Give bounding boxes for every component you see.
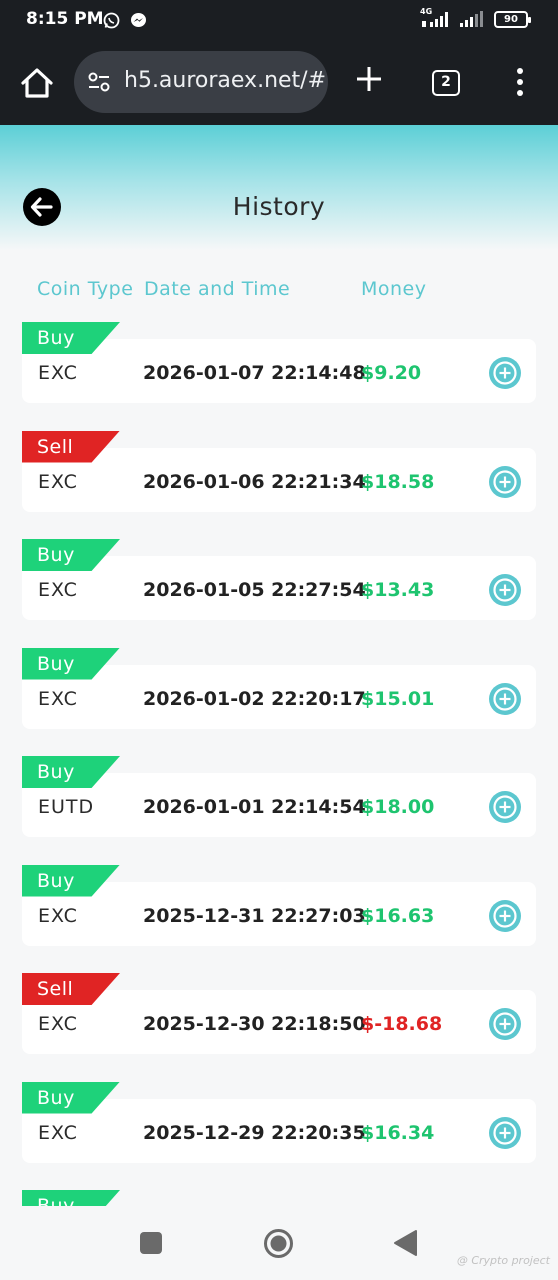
coin-type: EXC <box>38 1121 78 1144</box>
plus-circle-icon[interactable] <box>488 465 522 499</box>
history-row[interactable]: Sell EXC 2025-12-30 22:18:50 $-18.68 <box>22 973 536 1055</box>
history-row[interactable]: Buy EXC 2026-01-07 22:14:48 $9.20 <box>22 322 536 404</box>
date-time: 2026-01-01 22:14:54 <box>143 796 366 818</box>
signal-icon <box>460 11 483 27</box>
coin-type: EXC <box>38 362 78 384</box>
money-amount: $18.58 <box>361 470 435 493</box>
money-amount: $13.43 <box>361 579 435 601</box>
column-coin-type: Coin Type <box>37 278 134 300</box>
home-icon[interactable] <box>18 64 56 102</box>
buy-badge: Buy <box>22 1190 120 1206</box>
browser-toolbar: h5.auroraex.net/# 2 <box>0 40 558 125</box>
site-settings-icon[interactable] <box>86 70 112 94</box>
plus-circle-icon[interactable] <box>488 1007 522 1041</box>
plus-circle-icon[interactable] <box>488 899 522 933</box>
money-amount: $16.34 <box>361 1121 435 1144</box>
history-list: Buy EXC 2026-01-07 22:14:48 $9.20 Sell EXC 202… <box>0 322 558 1206</box>
page-title: History <box>232 192 326 221</box>
date-time: 2026-01-02 22:20:17 <box>143 687 366 710</box>
money-amount: $18.00 <box>361 796 435 818</box>
signal-4g-icon: 4G <box>420 7 450 28</box>
system-nav-bar: @ Crypto project <box>0 1207 558 1280</box>
history-row[interactable]: Buy EXC 2026-01-05 22:27:54 $13.43 <box>22 539 536 621</box>
coin-type: EXC <box>38 1013 78 1035</box>
money-amount: $15.01 <box>361 687 435 710</box>
plus-circle-icon[interactable] <box>488 682 522 716</box>
plus-circle-icon[interactable] <box>488 790 522 824</box>
tab-switcher-button[interactable]: 2 <box>432 70 460 96</box>
history-row[interactable]: Buy EUTD 2026-01-01 22:14:54 $18.00 <box>22 756 536 838</box>
watermark: @ Crypto project <box>456 1254 550 1267</box>
money-amount: $16.63 <box>361 904 435 927</box>
coin-type: EXC <box>38 579 78 601</box>
history-row[interactable]: Sell EXC 2026-01-06 22:21:34 $18.58 <box>22 430 536 513</box>
more-menu-icon[interactable] <box>512 68 528 98</box>
date-time: 2025-12-31 22:27:03 <box>143 904 366 927</box>
coin-type: EXC <box>38 687 78 710</box>
column-date-time: Date and Time <box>144 278 291 300</box>
money-amount: $-18.68 <box>361 1013 443 1035</box>
address-bar[interactable]: h5.auroraex.net/# <box>74 51 328 113</box>
recents-button[interactable] <box>140 1232 162 1254</box>
history-row[interactable]: Buy EXC 2026-01-02 22:20:17 $15.01 <box>22 647 536 730</box>
history-row[interactable]: Buy <box>22 1190 536 1206</box>
date-time: 2025-12-29 22:20:35 <box>143 1121 366 1144</box>
column-headers: Coin Type Date and Time Money <box>0 278 558 302</box>
coin-type: EXC <box>38 470 78 493</box>
history-row[interactable]: Buy EXC 2025-12-31 22:27:03 $16.63 <box>22 864 536 947</box>
history-row[interactable]: Buy EXC 2025-12-29 22:20:35 $16.34 <box>22 1081 536 1164</box>
money-amount: $9.20 <box>361 362 422 384</box>
date-time: 2026-01-07 22:14:48 <box>143 362 366 384</box>
plus-circle-icon[interactable] <box>488 356 522 390</box>
battery-icon: 90 <box>494 10 531 28</box>
url-text: h5.auroraex.net/# <box>124 68 327 93</box>
status-bar: 8:15 PM 4G 90 <box>0 0 558 40</box>
messenger-icon <box>131 13 146 27</box>
plus-circle-icon[interactable] <box>488 573 522 607</box>
page-header: History <box>0 125 558 250</box>
nav-home-button[interactable] <box>263 1228 294 1259</box>
coin-type: EXC <box>38 904 78 927</box>
whatsapp-icon <box>103 12 120 29</box>
nav-back-button[interactable] <box>392 1229 418 1257</box>
plus-circle-icon[interactable] <box>488 1116 522 1150</box>
column-money: Money <box>361 278 427 300</box>
new-tab-icon[interactable] <box>354 64 384 94</box>
date-time: 2026-01-05 22:27:54 <box>143 579 366 601</box>
date-time: 2026-01-06 22:21:34 <box>143 470 366 493</box>
status-time: 8:15 PM <box>26 9 104 29</box>
date-time: 2025-12-30 22:18:50 <box>143 1013 366 1035</box>
coin-type: EUTD <box>38 796 95 818</box>
